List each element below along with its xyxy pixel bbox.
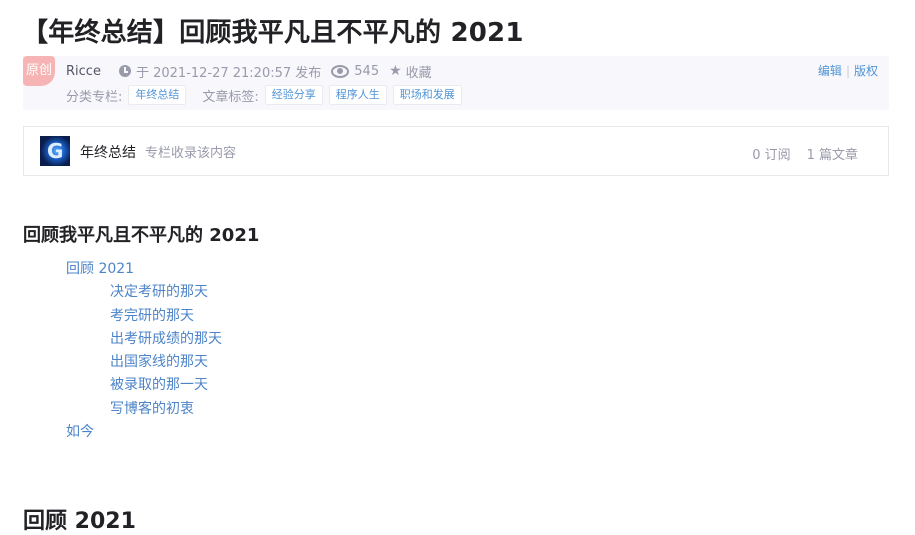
tag-label: 文章标签: xyxy=(202,89,259,105)
toc-item[interactable]: 如今 xyxy=(66,423,222,446)
section-heading: 回顾 2021 xyxy=(23,509,136,535)
column-name[interactable]: 年终总结 xyxy=(80,142,136,162)
copyright-link[interactable]: 版权 xyxy=(854,64,878,78)
table-of-contents: 回顾 2021 决定考研的那天 考完研的那天 出考研成绩的那天 出国家线的那天 … xyxy=(66,260,222,446)
column-avatar[interactable] xyxy=(40,136,70,166)
toc-subitem[interactable]: 被录取的那一天 xyxy=(66,376,222,399)
edit-link[interactable]: 编辑 xyxy=(818,64,842,78)
category-label: 分类专栏: xyxy=(66,89,123,105)
clock-icon xyxy=(118,65,131,77)
publish-date: 于 2021-12-27 21:20:57 发布 xyxy=(135,65,322,81)
divider: | xyxy=(845,64,850,78)
article-page: 【年终总结】回顾我平凡且不平凡的 2021 原创 Ricce 于 2021-12… xyxy=(0,0,915,534)
toc-item[interactable]: 回顾 2021 xyxy=(66,260,222,283)
meta-tags-row: 分类专栏: 年终总结 文章标签: 经验分享 程序人生 职场和发展 xyxy=(66,84,462,106)
original-badge: 原创 xyxy=(23,56,55,86)
meta-actions: 编辑 | 版权 xyxy=(818,62,878,79)
eye-icon xyxy=(331,64,350,78)
author-link[interactable]: Ricce xyxy=(66,64,101,79)
subscriber-count: 0 订阅 xyxy=(752,148,791,163)
column-card[interactable]: 年终总结 专栏收录该内容 0 订阅 1 篇文章 xyxy=(23,126,889,176)
view-count: 545 xyxy=(354,63,380,79)
toc-subitem[interactable]: 出考研成绩的那天 xyxy=(66,330,222,353)
toc-subitem[interactable]: 决定考研的那天 xyxy=(66,283,222,306)
toc-subitem[interactable]: 考完研的那天 xyxy=(66,307,222,330)
tag-item[interactable]: 程序人生 xyxy=(328,85,387,105)
meta-info-row: Ricce 于 2021-12-27 21:20:57 发布 545 ★ 收藏 xyxy=(66,61,432,81)
tag-item[interactable]: 经验分享 xyxy=(264,85,323,105)
column-stats: 0 订阅 1 篇文章 xyxy=(752,144,858,163)
star-icon[interactable]: ★ xyxy=(389,63,402,79)
category-tag[interactable]: 年终总结 xyxy=(128,85,187,105)
toc-subitem[interactable]: 出国家线的那天 xyxy=(66,353,222,376)
favorite-button[interactable]: 收藏 xyxy=(406,62,432,81)
toc-subitem[interactable]: 写博客的初衷 xyxy=(66,400,222,423)
column-description: 专栏收录该内容 xyxy=(145,146,237,161)
article-title: 【年终总结】回顾我平凡且不平凡的 2021 xyxy=(22,18,524,48)
tag-item[interactable]: 职场和发展 xyxy=(392,85,462,105)
article-meta: 原创 Ricce 于 2021-12-27 21:20:57 发布 545 ★ … xyxy=(23,56,889,110)
toc-title: 回顾我平凡且不平凡的 2021 xyxy=(23,225,260,246)
article-count: 1 篇文章 xyxy=(806,148,858,163)
